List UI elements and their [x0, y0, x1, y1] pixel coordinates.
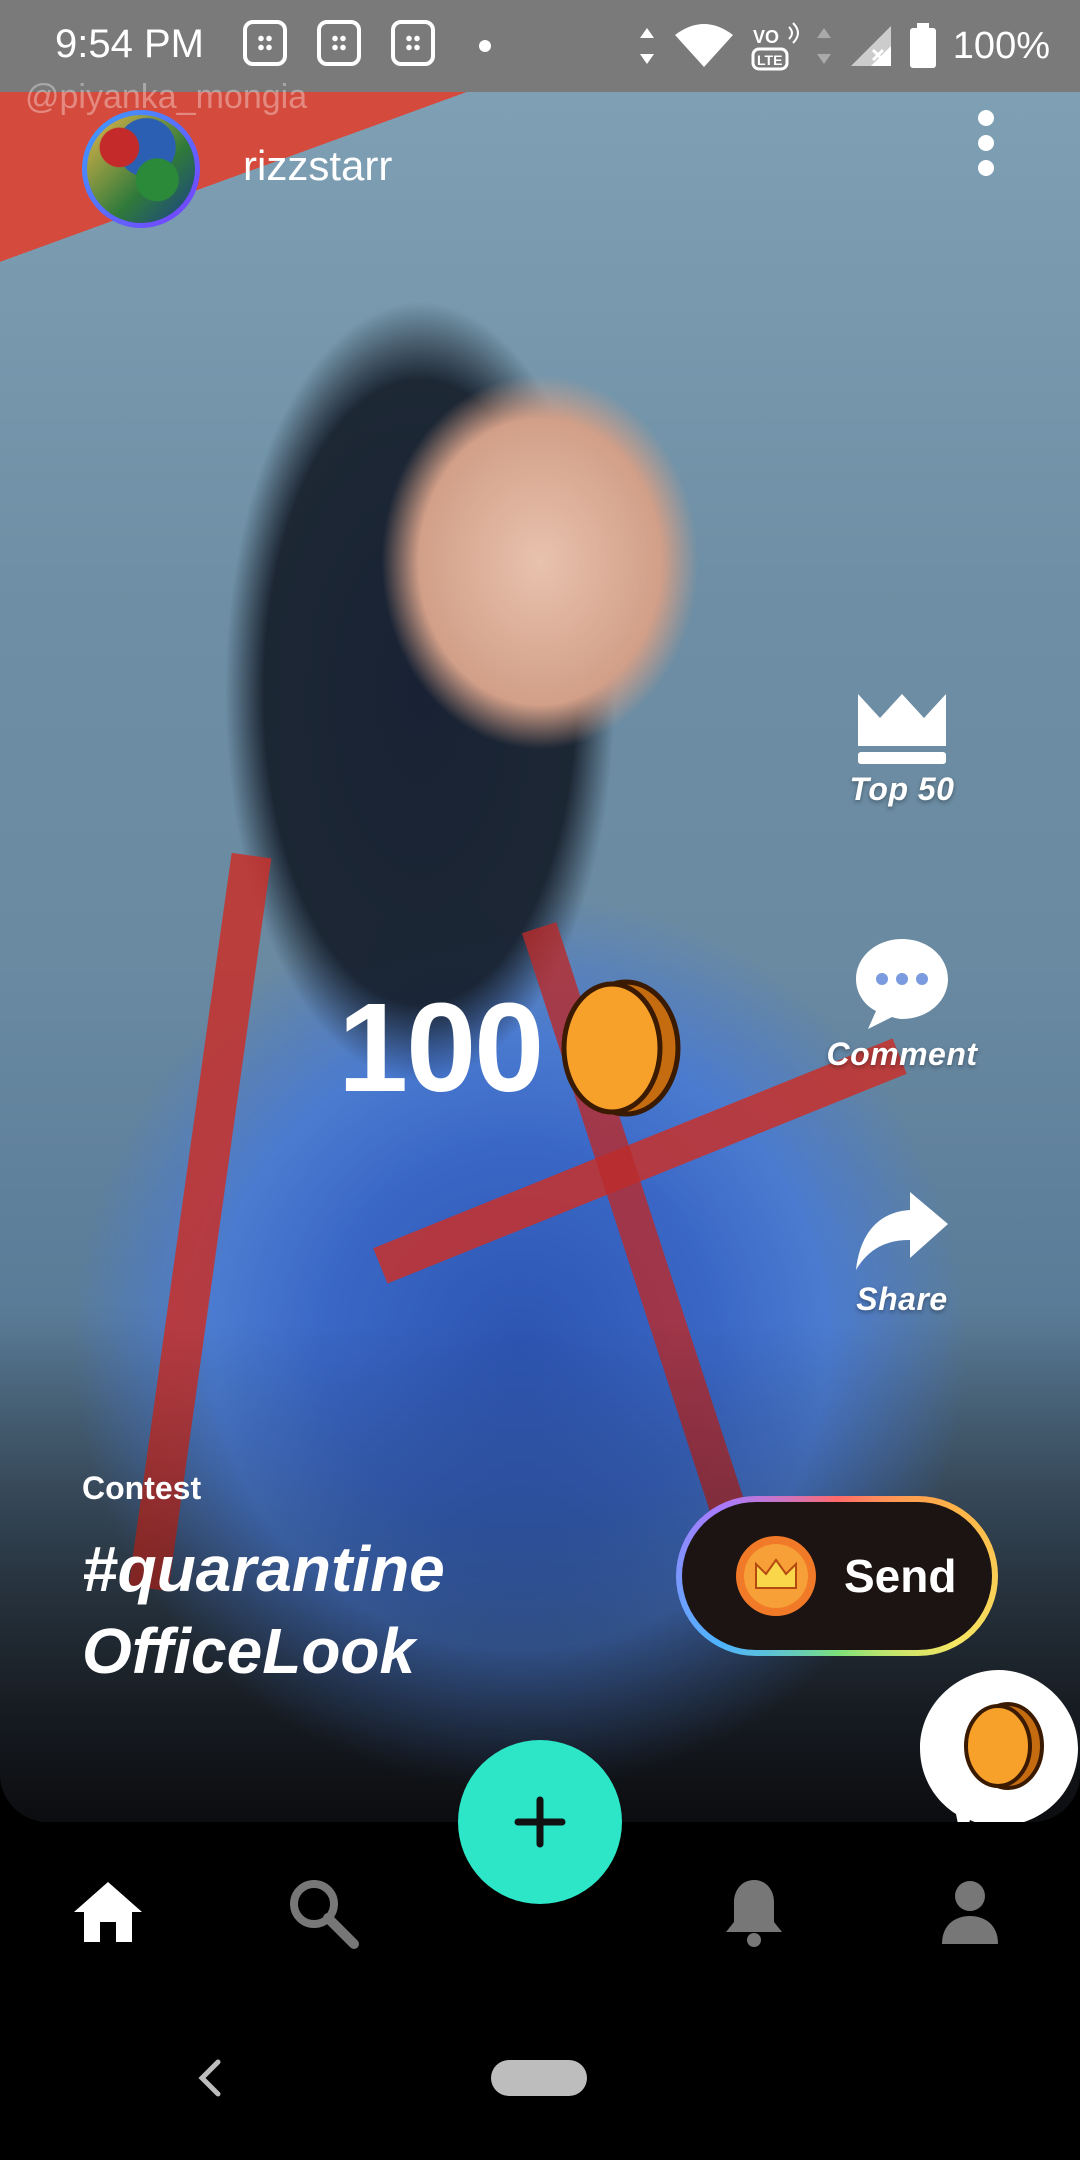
coin-counter: 100	[338, 975, 686, 1120]
home-icon[interactable]	[68, 1872, 148, 1952]
system-navigation-bar	[0, 1992, 1080, 2160]
battery-icon	[909, 23, 936, 68]
send-gift-button[interactable]: Send	[676, 1496, 998, 1656]
coin-wallet-button[interactable]	[918, 1668, 1080, 1848]
username[interactable]: rizzstarr	[243, 142, 392, 190]
home-gesture-pill[interactable]	[491, 2060, 587, 2096]
send-label: Send	[844, 1550, 957, 1602]
contest-hashtag[interactable]: #quarantine OfficeLook	[82, 1528, 602, 1692]
avatar[interactable]	[82, 110, 200, 228]
back-icon[interactable]	[196, 2058, 224, 2098]
data-arrows-icon	[639, 28, 654, 64]
data-arrows-icon	[816, 28, 831, 64]
comment-button[interactable]: Comment	[817, 935, 987, 1073]
svg-text:LTE: LTE	[757, 52, 782, 68]
comment-label: Comment	[826, 1036, 978, 1072]
svg-text:VO: VO	[753, 27, 779, 47]
share-icon	[856, 1192, 948, 1270]
add-post-button[interactable]	[458, 1740, 622, 1904]
top50-button[interactable]: Top 50	[817, 690, 987, 808]
coin-icon	[561, 979, 681, 1116]
share-button[interactable]: Share	[817, 1190, 987, 1318]
notification-icon	[391, 20, 435, 66]
profile-icon[interactable]	[930, 1872, 1010, 1952]
contest-label: Contest	[82, 1470, 202, 1506]
status-time: 9:54 PM	[55, 22, 204, 66]
gift-crown-icon	[736, 1536, 816, 1616]
more-notifications-dot	[479, 40, 491, 52]
notification-icon	[243, 20, 287, 66]
share-label: Share	[856, 1281, 948, 1317]
crown-icon	[858, 694, 946, 764]
bell-icon[interactable]	[714, 1872, 794, 1952]
more-options-button[interactable]	[966, 110, 1006, 190]
signal-icon	[850, 26, 891, 66]
video-watermark: @piyanka_mongia	[25, 78, 308, 116]
comment-icon	[856, 939, 948, 1029]
notification-icon	[317, 20, 361, 66]
wifi-icon	[674, 24, 733, 67]
add-icon	[514, 1796, 566, 1848]
search-icon[interactable]	[282, 1872, 362, 1952]
coin-count: 100	[338, 977, 544, 1118]
top50-label: Top 50	[849, 771, 955, 807]
battery-percent: 100%	[952, 24, 1050, 67]
volte-icon: VO LTE	[751, 22, 799, 71]
